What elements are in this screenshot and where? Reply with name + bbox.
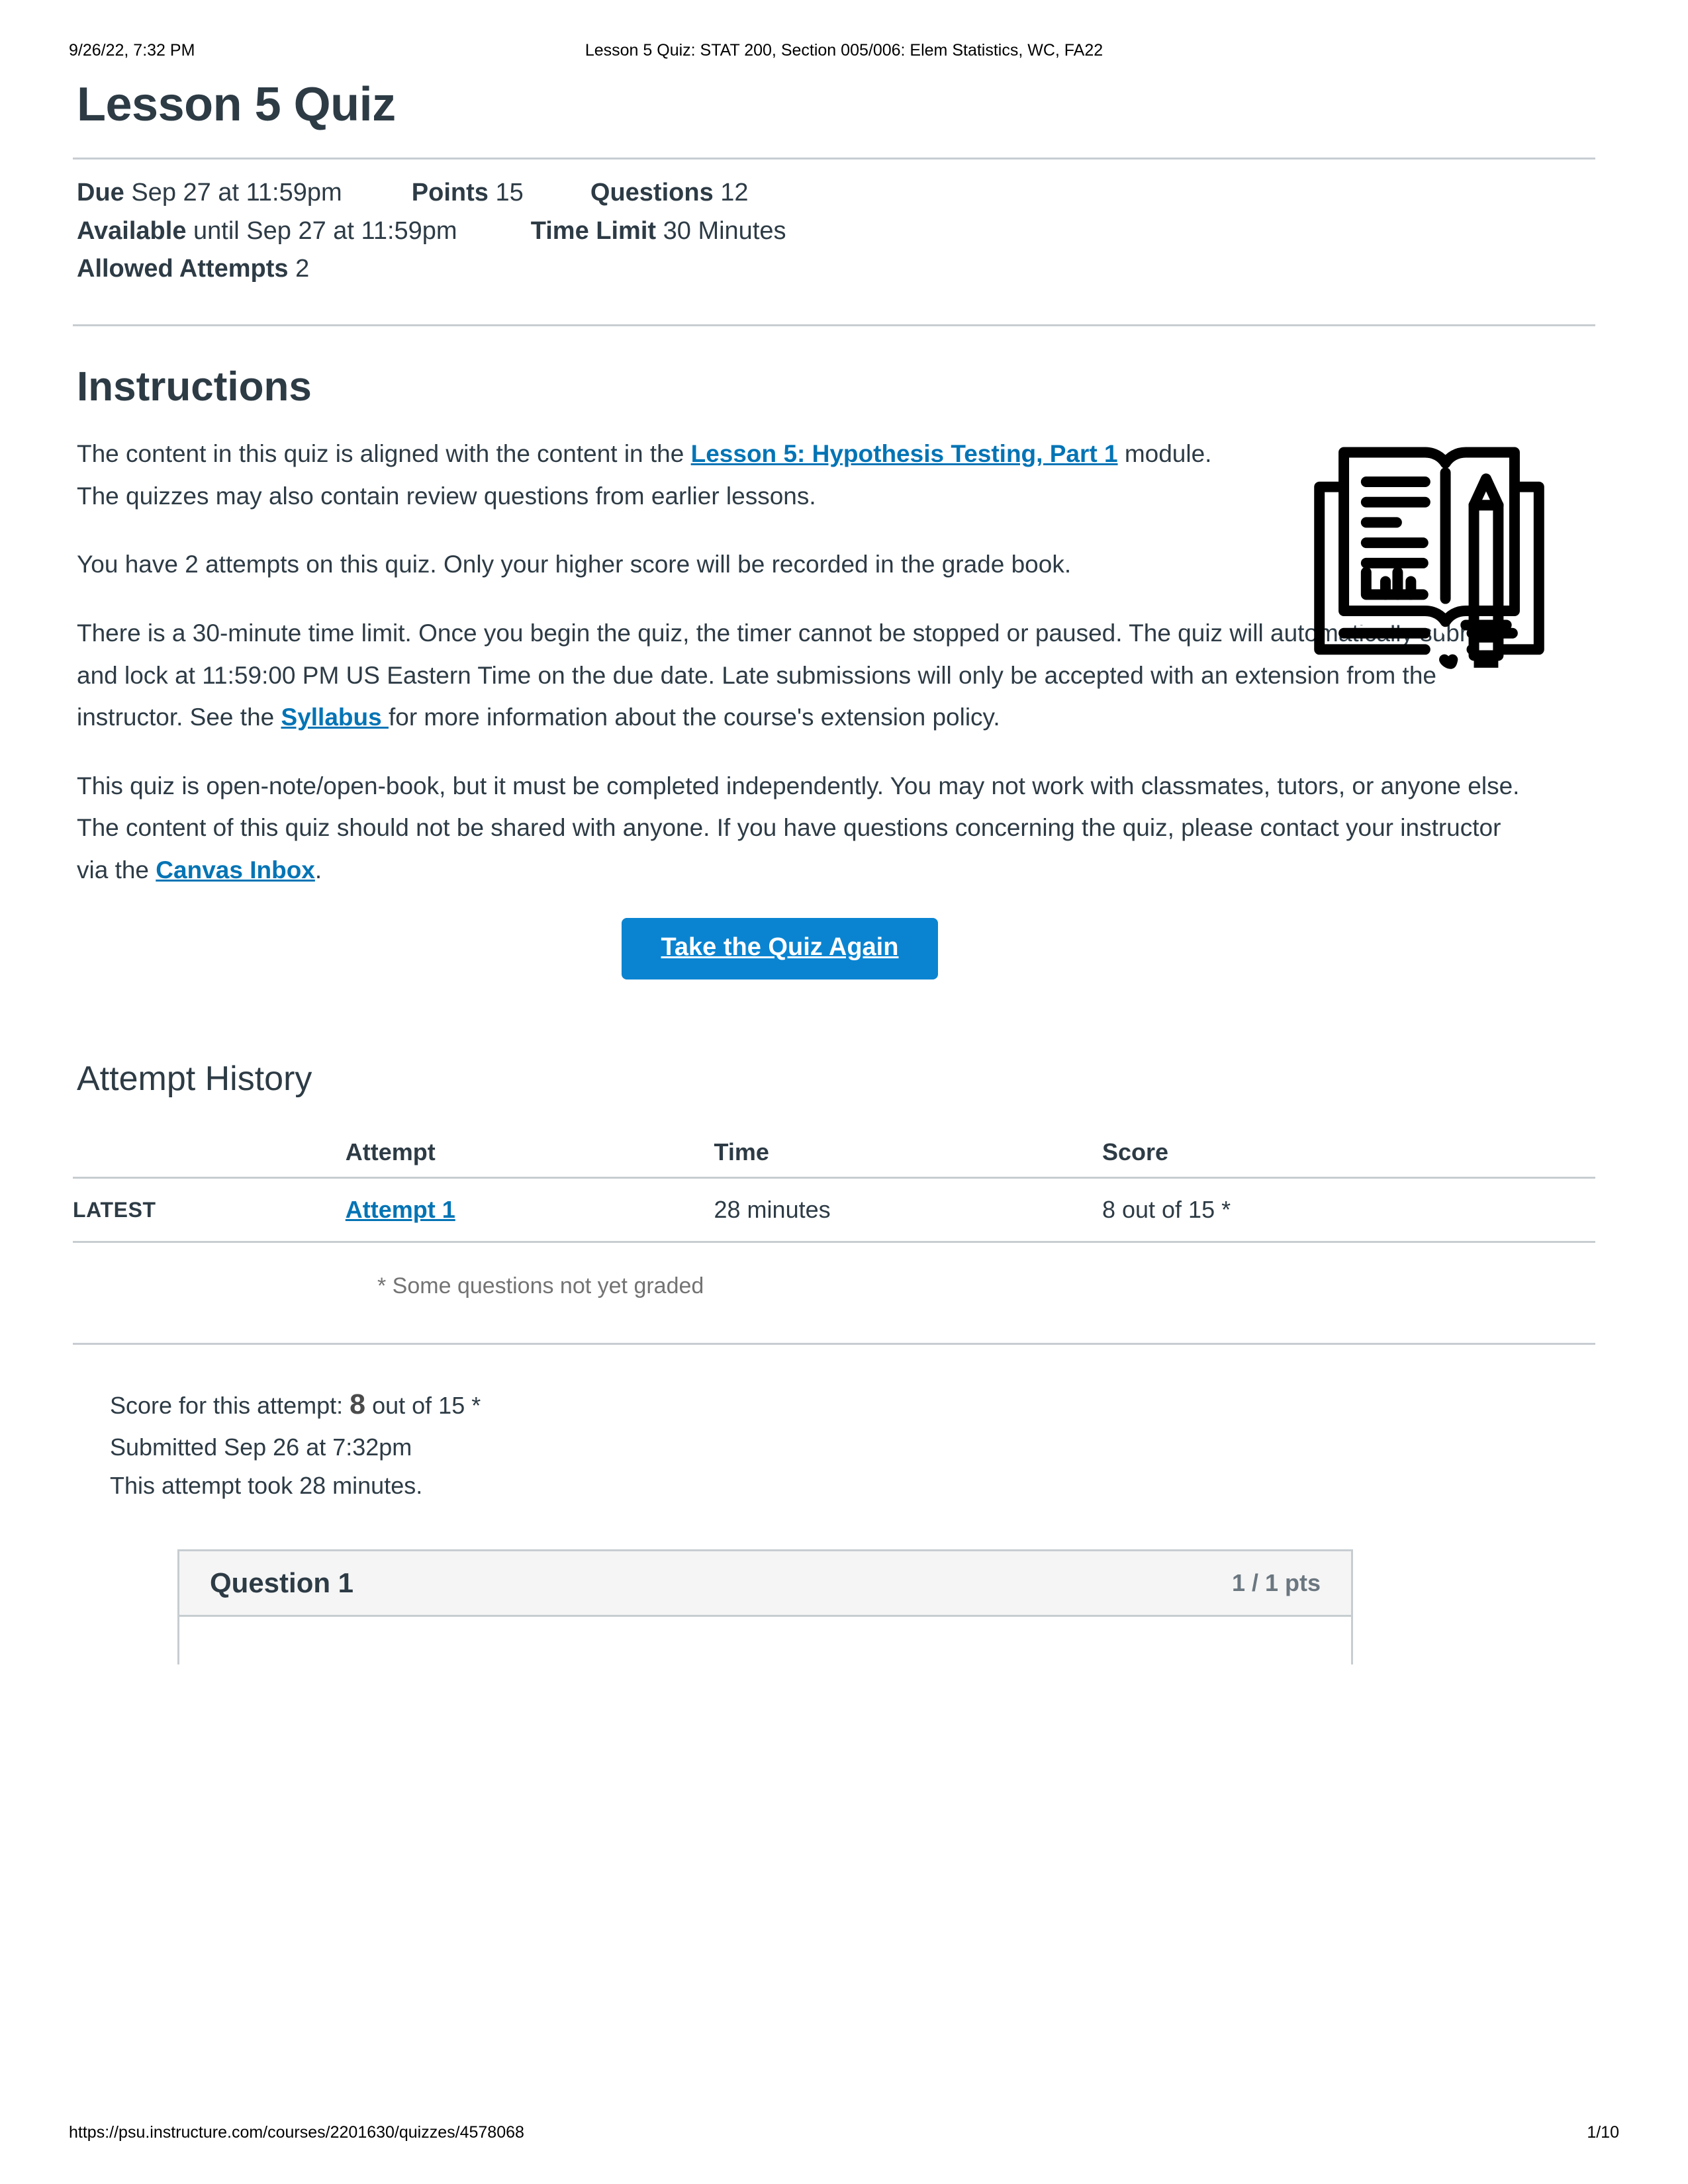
quiz-meta-row-3: Allowed Attempts 2 (77, 250, 1595, 289)
quiz-meta-row-2: Available until Sep 27 at 11:59pm Time L… (77, 212, 1595, 251)
due-value: Sep 27 at 11:59pm (131, 178, 342, 206)
instructions-paragraph-3: There is a 30-minute time limit. Once yo… (77, 612, 1520, 739)
instructions-p4-after: . (314, 856, 322, 884)
allowed-attempts-value: 2 (295, 255, 310, 283)
attempt-score-line: Score for this attempt: 8 out of 15 * (110, 1382, 1595, 1428)
column-header-score: Score (1102, 1126, 1595, 1179)
row-time-cell: 28 minutes (714, 1177, 1102, 1244)
column-header-time: Time (714, 1126, 1102, 1179)
instructions-paragraph-2: You have 2 attempts on this quiz. Only y… (77, 551, 1072, 578)
available-label: Available (77, 216, 187, 245)
questions-label: Questions (590, 178, 714, 206)
instructions-body: The content in this quiz is aligned with… (73, 433, 1595, 980)
instructions-paragraph-4: This quiz is open-note/open-book, but it… (77, 765, 1520, 891)
question-points: 1 / 1 pts (1231, 1569, 1321, 1596)
question-card-body (179, 1616, 1351, 1664)
divider-above-attempt-summary (73, 1343, 1595, 1345)
row-attempt-cell: Attempt 1 (345, 1177, 714, 1244)
column-header-kept (73, 1126, 346, 1179)
print-document-title: Lesson 5 Quiz: STAT 200, Section 005/006… (585, 41, 1103, 60)
print-header: 9/26/22, 7:32 PM Lesson 5 Quiz: STAT 200… (0, 41, 1688, 61)
syllabus-link[interactable]: Syllabus (281, 704, 389, 731)
score-for-attempt-label: Score for this attempt: (110, 1392, 344, 1420)
points-label: Points (411, 178, 489, 206)
time-limit-label: Time Limit (530, 216, 657, 245)
attempt-history-tbody: LATEST Attempt 1 28 minutes 8 out of 15 … (73, 1177, 1595, 1244)
column-header-attempt: Attempt (345, 1126, 714, 1179)
take-quiz-again-container: Take the Quiz Again (77, 917, 1595, 980)
row-kept-badge: LATEST (73, 1177, 346, 1244)
points-value: 15 (495, 178, 524, 206)
quiz-meta-row-1: Due Sep 27 at 11:59pm Points 15 Question… (77, 174, 1595, 212)
time-limit-value: 30 Minutes (663, 216, 786, 245)
score-value: 8 (350, 1388, 366, 1421)
table-row: LATEST Attempt 1 28 minutes 8 out of 15 … (73, 1177, 1595, 1244)
questions-value: 12 (720, 178, 749, 206)
table-header-row: Attempt Time Score (73, 1126, 1595, 1179)
row-score-cell: 8 out of 15 * (1102, 1177, 1595, 1244)
instructions-paragraph-1: The content in this quiz is aligned with… (77, 433, 1239, 517)
take-quiz-again-button[interactable]: Take the Quiz Again (621, 917, 939, 980)
allowed-attempts-label: Allowed Attempts (77, 255, 289, 283)
instructions-heading: Instructions (77, 364, 312, 410)
question-card: Question 1 1 / 1 pts (177, 1549, 1353, 1664)
attempt-history-table: Attempt Time Score LATEST Attempt 1 28 m… (73, 1126, 1595, 1244)
question-title: Question 1 (210, 1567, 354, 1598)
question-card-header: Question 1 1 / 1 pts (179, 1551, 1351, 1617)
open-book-with-pencil-icon (1307, 438, 1552, 670)
attempt-history-thead: Attempt Time Score (73, 1126, 1595, 1179)
attempt-summary: Score for this attempt: 8 out of 15 * Su… (73, 1382, 1595, 1505)
canvas-inbox-link[interactable]: Canvas Inbox (156, 856, 315, 884)
print-page-number: 1/10 (1587, 2123, 1619, 2142)
instructions-p1-before: The content in this quiz is aligned with… (77, 440, 691, 467)
due-label: Due (77, 178, 124, 206)
attempt-history-heading: Attempt History (77, 1060, 312, 1099)
quiz-page: Lesson 5 Quiz Due Sep 27 at 11:59pm Poin… (73, 79, 1595, 1664)
available-value: until Sep 27 at 11:59pm (193, 216, 457, 245)
not-yet-graded-note: * Some questions not yet graded (377, 1273, 704, 1299)
print-footer: https://psu.instructure.com/courses/2201… (0, 2123, 1688, 2143)
quiz-meta-summary: Due Sep 27 at 11:59pm Points 15 Question… (73, 159, 1595, 300)
score-out-of: out of 15 * (365, 1392, 481, 1420)
attempt-1-link[interactable]: Attempt 1 (346, 1196, 455, 1223)
divider-below-meta (73, 324, 1595, 326)
print-footer-url: https://psu.instructure.com/courses/2201… (69, 2123, 524, 2142)
attempt-duration: This attempt took 28 minutes. (110, 1472, 423, 1500)
instructions-p3-after: for more information about the course's … (388, 704, 1000, 731)
submitted-timestamp: Submitted Sep 26 at 7:32pm (110, 1433, 412, 1461)
lesson-5-module-link[interactable]: Lesson 5: Hypothesis Testing, Part 1 (691, 440, 1118, 467)
page-title: Lesson 5 Quiz (77, 78, 396, 131)
